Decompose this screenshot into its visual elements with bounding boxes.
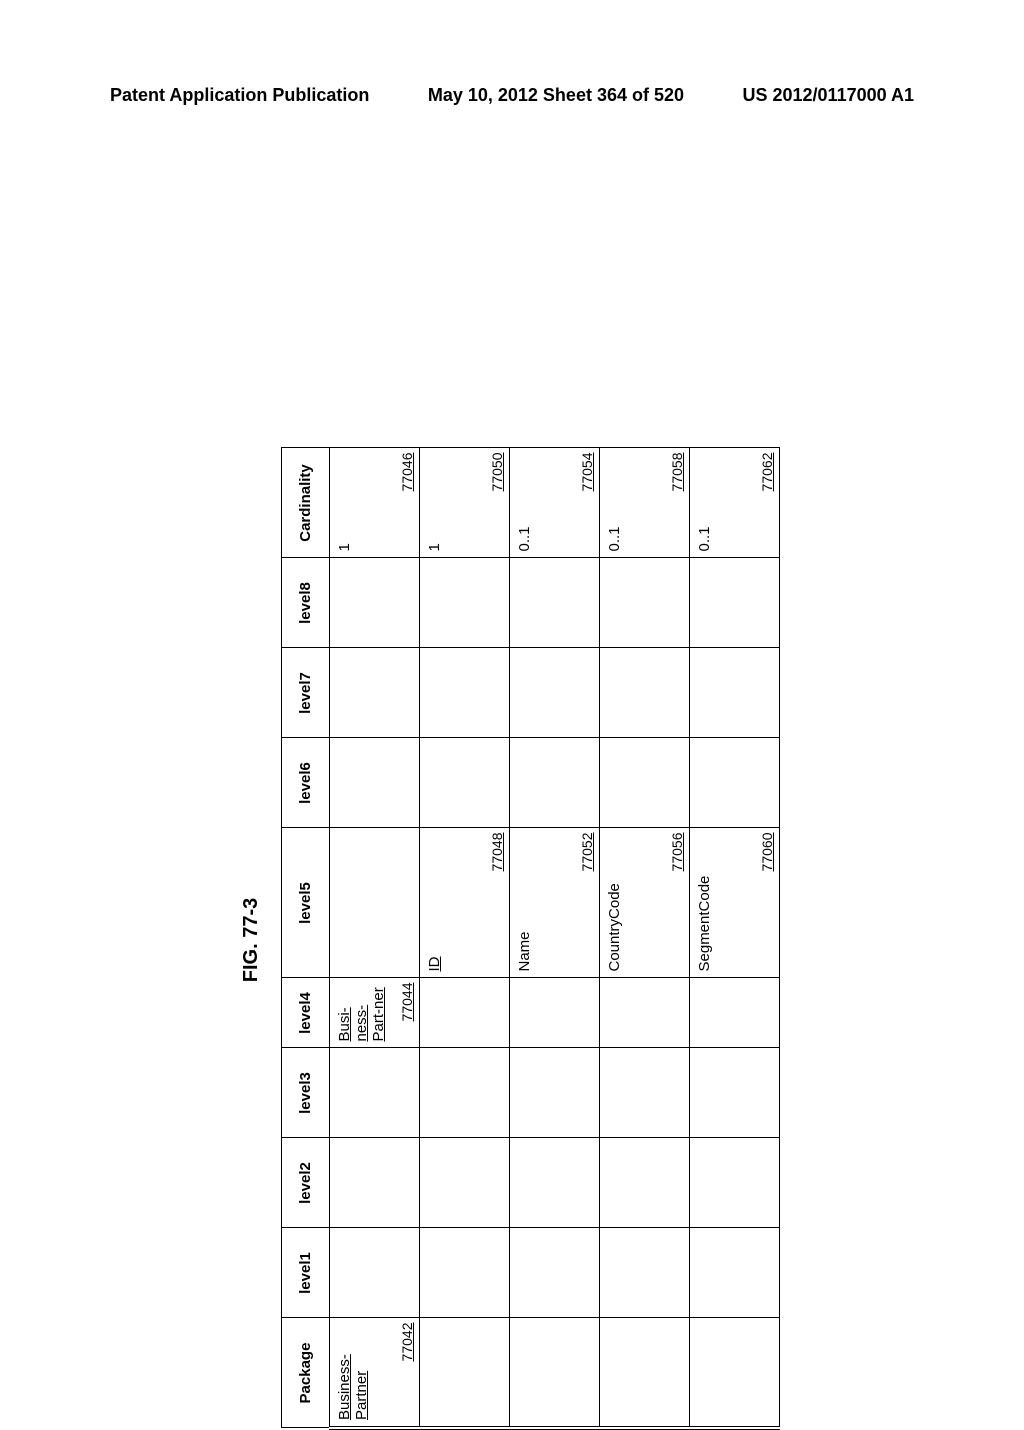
cell-level6: [510, 738, 600, 828]
cell-level3: [510, 1048, 600, 1138]
cell-level2: [420, 1138, 510, 1228]
cell-level5: Name 77052: [510, 828, 600, 978]
cell-level6: [600, 738, 690, 828]
cell-text: 1: [426, 543, 443, 551]
cell-level6: [690, 738, 780, 828]
table-row: ID 77048 1 77050: [420, 448, 510, 1428]
cell-level2: [690, 1138, 780, 1228]
col-level5: level5: [282, 828, 330, 978]
cell-level7: [330, 648, 420, 738]
cell-ref: 77050: [489, 453, 505, 492]
table-row: Business-Partner 77042 Busi-ness-Part-ne…: [330, 448, 420, 1428]
header-left: Patent Application Publication: [110, 85, 369, 106]
table-row: CountryCode 77056 0..1 77058: [600, 448, 690, 1428]
col-level3: level3: [282, 1048, 330, 1138]
col-package: Package: [282, 1318, 330, 1428]
cell-ref: 77042: [399, 1323, 415, 1362]
cell-level5: SegmentCode 77060: [690, 828, 780, 978]
cell-level3: [330, 1048, 420, 1138]
cell-level8: [510, 558, 600, 648]
cell-level8: [690, 558, 780, 648]
cell-package: [600, 1318, 690, 1428]
cell-package: Business-Partner 77042: [330, 1318, 420, 1428]
col-level7: level7: [282, 648, 330, 738]
cell-level1: [510, 1228, 600, 1318]
cell-level1: [600, 1228, 690, 1318]
cell-level4: [690, 978, 780, 1048]
cell-text: Name: [516, 931, 533, 971]
cell-level3: [690, 1048, 780, 1138]
cell-level4: [510, 978, 600, 1048]
cell-cardinality: 0..1 77054: [510, 448, 600, 558]
cell-text: Business-Partner: [336, 1354, 370, 1420]
table-row: Name 77052 0..1 77054: [510, 448, 600, 1428]
cell-level4: [600, 978, 690, 1048]
cell-level1: [420, 1228, 510, 1318]
cell-cardinality: 1 77046: [330, 448, 420, 558]
header-middle: May 10, 2012 Sheet 364 of 520: [428, 85, 684, 106]
col-level1: level1: [282, 1228, 330, 1318]
cell-level7: [420, 648, 510, 738]
cell-ref: 77056: [669, 833, 685, 872]
cell-cardinality: 1 77050: [420, 448, 510, 558]
cell-level8: [420, 558, 510, 648]
cell-ref: 77058: [669, 453, 685, 492]
cell-ref: 77052: [579, 833, 595, 872]
cell-text: 0..1: [606, 526, 623, 551]
figure-area: FIG. 77-3 Package level1 level2 level3 l…: [240, 450, 780, 1430]
cell-level8: [330, 558, 420, 648]
cell-text: 0..1: [696, 526, 713, 551]
cell-level2: [330, 1138, 420, 1228]
cell-cardinality: 0..1 77062: [690, 448, 780, 558]
cell-level1: [330, 1228, 420, 1318]
cell-level4: [420, 978, 510, 1048]
cell-level6: [420, 738, 510, 828]
cell-text: 1: [336, 543, 353, 551]
cell-level7: [600, 648, 690, 738]
cell-ref: 77060: [759, 833, 775, 872]
table-header-row: Package level1 level2 level3 level4 leve…: [282, 448, 330, 1428]
cell-ref: 77062: [759, 453, 775, 492]
cell-level5: [330, 828, 420, 978]
cell-level7: [510, 648, 600, 738]
cell-ref: 77044: [399, 983, 415, 1022]
cell-level6: [330, 738, 420, 828]
cell-ref: 77054: [579, 453, 595, 492]
cell-level7: [690, 648, 780, 738]
cell-package: [420, 1318, 510, 1428]
cell-level4: Busi-ness-Part-ner 77044: [330, 978, 420, 1048]
col-cardinality: Cardinality: [282, 448, 330, 558]
table-row: SegmentCode 77060 0..1 77062: [690, 448, 780, 1428]
cell-level3: [420, 1048, 510, 1138]
cell-level5: ID 77048: [420, 828, 510, 978]
page-header: Patent Application Publication May 10, 2…: [0, 85, 1024, 106]
cell-text: CountryCode: [606, 883, 623, 971]
header-right: US 2012/0117000 A1: [743, 85, 914, 106]
cell-package: [510, 1318, 600, 1428]
cell-text: ID: [426, 957, 443, 972]
cell-text: Busi-ness-Part-ner: [336, 987, 387, 1041]
cell-cardinality: 0..1 77058: [600, 448, 690, 558]
cell-level8: [600, 558, 690, 648]
cell-text: 0..1: [516, 526, 533, 551]
figure-label: FIG. 77-3: [240, 450, 263, 1430]
col-level8: level8: [282, 558, 330, 648]
col-level2: level2: [282, 1138, 330, 1228]
cell-ref: 77046: [399, 453, 415, 492]
data-table: Package level1 level2 level3 level4 leve…: [281, 448, 780, 1430]
col-level6: level6: [282, 738, 330, 828]
cell-package: [690, 1318, 780, 1428]
cell-text: SegmentCode: [696, 876, 713, 972]
cell-level2: [510, 1138, 600, 1228]
cell-level1: [690, 1228, 780, 1318]
cell-level5: CountryCode 77056: [600, 828, 690, 978]
cell-ref: 77048: [489, 833, 505, 872]
cell-level2: [600, 1138, 690, 1228]
col-level4: level4: [282, 978, 330, 1048]
cell-level3: [600, 1048, 690, 1138]
